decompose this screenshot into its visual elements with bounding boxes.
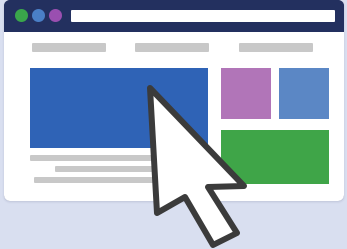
mouse-pointer-icon (147, 85, 247, 248)
